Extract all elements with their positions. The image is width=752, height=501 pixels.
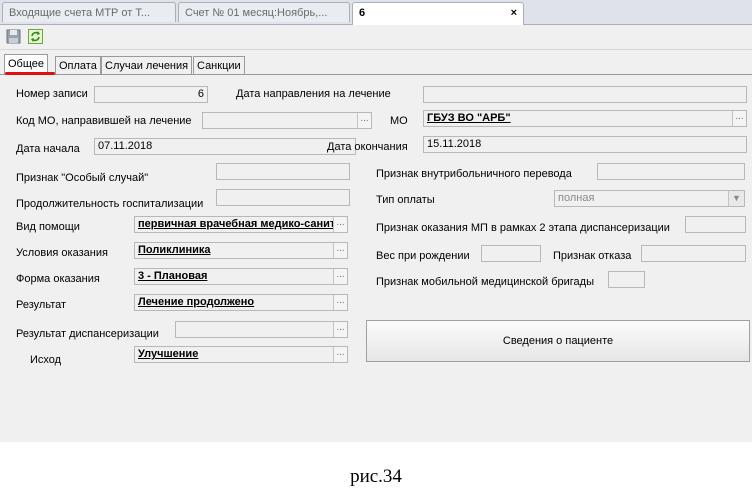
- stage2-dispensary-field[interactable]: [685, 216, 746, 233]
- tab-sanctions[interactable]: Санкции: [193, 56, 245, 74]
- save-icon[interactable]: [5, 28, 22, 45]
- figure-caption: рис.34: [350, 466, 402, 487]
- doc-tab-label: Счет № 01 месяц:Ноябрь,...: [185, 7, 328, 19]
- care-conditions-field[interactable]: Поликлиника ...: [134, 242, 348, 259]
- care-form-label: Форма оказания: [16, 273, 100, 285]
- patient-info-button[interactable]: Сведения о пациенте: [366, 320, 750, 362]
- lookup-button[interactable]: ...: [732, 111, 746, 126]
- care-form-field[interactable]: 3 - Плановая ...: [134, 268, 348, 285]
- doc-tab-invoice[interactable]: Счет № 01 месяц:Ноябрь,...: [178, 2, 350, 22]
- doc-tab-label: 6: [359, 7, 366, 19]
- application-window: Входящие счета МТР от Т... Счет № 01 мес…: [0, 0, 752, 442]
- end-date-field[interactable]: 15.11.2018: [423, 136, 747, 153]
- referral-date-field[interactable]: [423, 86, 747, 103]
- tab-general[interactable]: Общее: [4, 54, 49, 74]
- intra-hospital-transfer-field[interactable]: [597, 163, 745, 180]
- tab-label: Общее: [8, 58, 45, 70]
- mo-label: МО: [390, 115, 408, 127]
- dispensary-result-label: Результат диспансеризации: [16, 328, 159, 340]
- special-case-field[interactable]: [216, 163, 350, 180]
- birth-weight-label: Вес при рождении: [376, 250, 470, 262]
- intra-hospital-transfer-label: Признак внутрибольничного перевода: [376, 168, 572, 180]
- referring-mo-code-field[interactable]: ...: [202, 112, 372, 129]
- form-tab-bar: Общее Оплата Случаи лечения Санкции: [0, 54, 752, 74]
- refresh-icon[interactable]: [27, 28, 44, 45]
- care-type-label: Вид помощи: [16, 221, 80, 233]
- close-icon[interactable]: ×: [511, 3, 517, 23]
- lookup-button[interactable]: ...: [333, 269, 347, 284]
- care-conditions-label: Условия оказания: [16, 247, 108, 259]
- doc-tab-label: Входящие счета МТР от Т...: [9, 7, 151, 19]
- active-tab-highlight: [5, 72, 55, 75]
- document-tab-bar: Входящие счета МТР от Т... Счет № 01 мес…: [0, 0, 752, 25]
- record-number-label: Номер записи: [16, 88, 88, 100]
- referral-date-label: Дата направления на лечение: [236, 88, 391, 100]
- tab-label: Оплата: [59, 60, 97, 72]
- record-number-field[interactable]: 6: [94, 86, 208, 103]
- lookup-button[interactable]: ...: [333, 295, 347, 310]
- mobile-brigade-field[interactable]: [608, 271, 645, 288]
- outcome-value: Улучшение: [138, 348, 199, 360]
- outcome-field[interactable]: Улучшение ...: [134, 346, 348, 363]
- special-case-label: Признак "Особый случай": [16, 172, 149, 184]
- stage2-dispensary-label: Признак оказания МП в рамках 2 этапа дис…: [376, 222, 670, 234]
- care-conditions-value: Поликлиника: [138, 244, 211, 256]
- lookup-button[interactable]: ...: [333, 243, 347, 258]
- chevron-down-icon[interactable]: ▼: [728, 191, 744, 206]
- payment-type-select[interactable]: полная ▼: [554, 190, 745, 207]
- lookup-button[interactable]: ...: [333, 347, 347, 362]
- tab-payment[interactable]: Оплата: [55, 56, 101, 74]
- hospitalization-duration-label: Продолжительность госпитализации: [16, 198, 204, 210]
- result-value: Лечение продолжено: [138, 296, 255, 308]
- doc-tab-record[interactable]: 6 ×: [352, 2, 524, 25]
- toolbar: [0, 25, 752, 50]
- payment-type-value: полная: [558, 192, 595, 204]
- result-label: Результат: [16, 299, 67, 311]
- lookup-button[interactable]: ...: [333, 217, 347, 232]
- start-date-field[interactable]: 07.11.2018: [94, 138, 356, 155]
- start-date-label: Дата начала: [16, 143, 80, 155]
- outcome-label: Исход: [30, 354, 62, 366]
- care-type-field[interactable]: первичная врачебная медико-санитарная по…: [134, 216, 348, 233]
- care-form-value: 3 - Плановая: [138, 270, 208, 282]
- tab-treatment-cases[interactable]: Случаи лечения: [101, 56, 193, 74]
- tab-label: Санкции: [197, 60, 241, 72]
- mo-value: ГБУЗ ВО "АРБ": [427, 112, 511, 124]
- dispensary-result-field[interactable]: ...: [175, 321, 348, 338]
- refusal-field[interactable]: [641, 245, 746, 262]
- birth-weight-field[interactable]: [481, 245, 541, 262]
- result-field[interactable]: Лечение продолжено ...: [134, 294, 348, 311]
- mo-field[interactable]: ГБУЗ ВО "АРБ" ...: [423, 110, 747, 127]
- end-date-label: Дата окончания: [327, 141, 408, 153]
- hospitalization-duration-field[interactable]: [216, 189, 350, 206]
- tab-panel-border: [0, 74, 752, 75]
- refusal-label: Признак отказа: [553, 250, 632, 262]
- mobile-brigade-label: Признак мобильной медицинской бригады: [376, 276, 594, 288]
- doc-tab-incoming-invoices[interactable]: Входящие счета МТР от Т...: [2, 2, 176, 22]
- referring-mo-code-label: Код МО, направившей на лечение: [16, 115, 192, 127]
- tab-label: Случаи лечения: [105, 60, 189, 72]
- lookup-button[interactable]: ...: [333, 322, 347, 337]
- payment-type-label: Тип оплаты: [376, 194, 435, 206]
- care-type-value: первичная врачебная медико-санитарная по…: [138, 218, 347, 230]
- lookup-button[interactable]: ...: [357, 113, 371, 128]
